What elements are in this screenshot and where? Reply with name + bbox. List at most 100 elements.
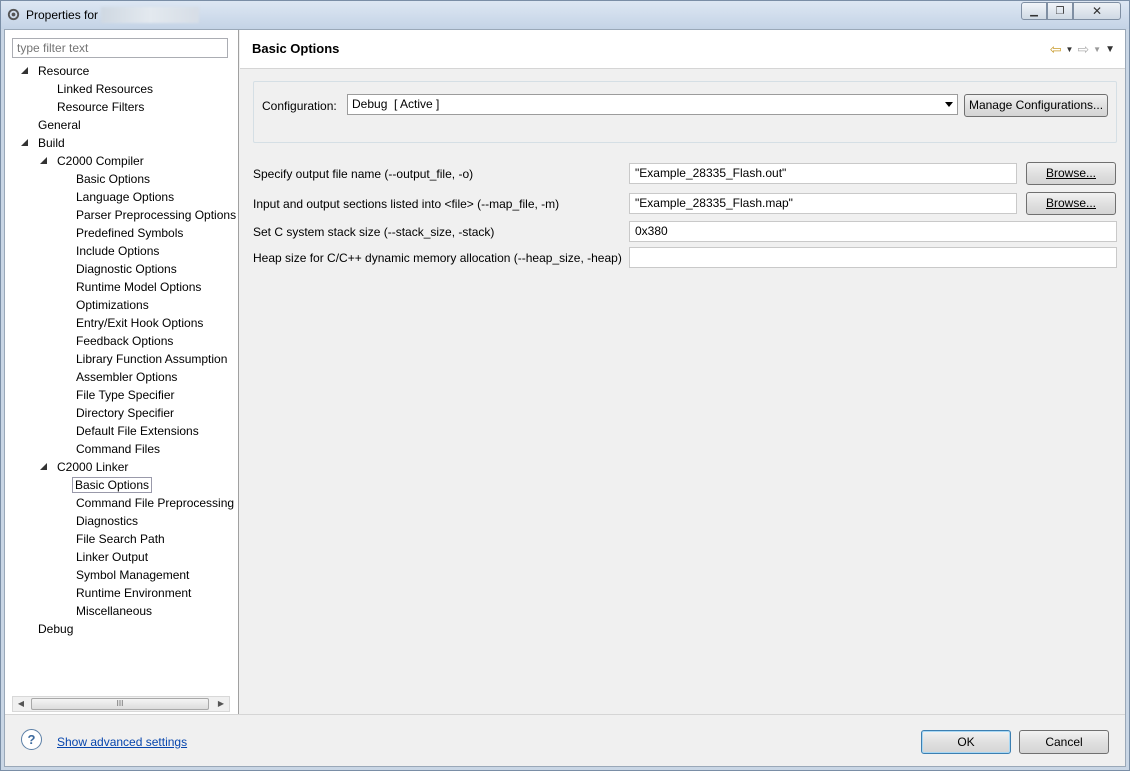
tree-item-diagnostic-options[interactable]: Diagnostic Options	[74, 260, 179, 278]
tree-item-label: Basic Options	[76, 172, 151, 186]
tree-item-label: Assembler Options	[76, 370, 178, 384]
tree-item-label: Resource Filters	[57, 100, 145, 114]
tree-item-debug[interactable]: Debug	[36, 620, 75, 638]
minimize-icon: ▁	[1030, 5, 1038, 17]
dialog-body: Resource Linked Resources Resource Filte…	[4, 29, 1126, 767]
tree-item-label: Diagnostic Options	[76, 262, 177, 276]
tree-item-label: Build	[38, 136, 65, 150]
help-icon[interactable]: ?	[21, 729, 42, 750]
heap-size-field[interactable]	[629, 247, 1117, 268]
tree-item-label: Default File Extensions	[76, 424, 199, 438]
window-title: Properties for	[26, 8, 99, 22]
output-file-label: Specify output file name (--output_file,…	[253, 167, 474, 181]
scroll-left-icon[interactable]: ◀	[13, 697, 29, 711]
show-advanced-settings-link[interactable]: Show advanced settings	[57, 735, 187, 749]
tree-item-include-options[interactable]: Include Options	[74, 242, 161, 260]
tree-item-c2000-linker[interactable]: C2000 Linker	[40, 458, 130, 476]
manage-configurations-button[interactable]: Manage Configurations...	[964, 94, 1108, 117]
tree-item-language-options[interactable]: Language Options	[74, 188, 176, 206]
expand-icon[interactable]	[40, 157, 48, 165]
tree-item-predefined-symbols[interactable]: Predefined Symbols	[74, 224, 185, 242]
close-button[interactable]: ✕	[1073, 2, 1121, 20]
tree-item-label: Symbol Management	[76, 568, 190, 582]
page-header: Basic Options ⇦ ▼ ⇨ ▼ ▼	[240, 30, 1125, 69]
stack-size-field[interactable]: 0x380	[629, 221, 1117, 242]
tree-item-label: File Search Path	[76, 532, 165, 546]
tree-item-general[interactable]: General	[36, 116, 83, 134]
tree-item-label: Predefined Symbols	[76, 226, 184, 240]
tree-item-label: Feedback Options	[76, 334, 174, 348]
tree-item-label: Command File Preprocessing	[76, 496, 235, 510]
tree-item-linker-output[interactable]: Linker Output	[74, 548, 150, 566]
tree-item-label: Library Function Assumption	[76, 352, 228, 366]
tree-item-c2000-compiler[interactable]: C2000 Compiler	[40, 152, 146, 170]
view-menu-icon[interactable]: ▼	[1105, 44, 1115, 55]
expand-icon[interactable]	[21, 139, 29, 147]
forward-arrow-icon[interactable]: ⇨	[1077, 41, 1089, 58]
tree-item-command-file-preprocessing[interactable]: Command File Preprocessing	[74, 494, 236, 512]
tree-item-compiler-basic-options[interactable]: Basic Options	[74, 170, 152, 188]
tree-item-linked-resources[interactable]: Linked Resources	[55, 80, 155, 98]
configuration-group: Configuration: Debug [ Active ] Manage C…	[253, 81, 1117, 143]
tree-item-assembler-options[interactable]: Assembler Options	[74, 368, 179, 386]
tree-item-symbol-management[interactable]: Symbol Management	[74, 566, 191, 584]
tree-item-parser-preprocessing-options[interactable]: Parser Preprocessing Options	[74, 206, 238, 224]
tree-item-library-function-assumption[interactable]: Library Function Assumption	[74, 350, 229, 368]
minimize-button[interactable]: ▁	[1021, 2, 1047, 20]
maximize-button[interactable]: ❐	[1047, 2, 1073, 20]
scrollbar-thumb[interactable]: III	[31, 698, 209, 710]
tree-item-label: Optimizations	[76, 298, 149, 312]
tree-item-label: Directory Specifier	[76, 406, 175, 420]
back-dropdown-icon[interactable]: ▼	[1066, 45, 1074, 54]
scroll-right-icon[interactable]: ▶	[213, 697, 229, 711]
tree-item-label: Linker Output	[76, 550, 149, 564]
stack-size-label: Set C system stack size (--stack_size, -…	[253, 225, 495, 239]
tree-item-label: C2000 Compiler	[57, 154, 144, 168]
properties-window: Properties for ▁ ❐ ✕ Resource Linked Res…	[0, 0, 1130, 771]
chevron-down-icon	[945, 102, 953, 107]
configuration-select[interactable]: Debug [ Active ]	[347, 94, 958, 115]
tree-item-label: C2000 Linker	[57, 460, 129, 474]
tree-item-feedback-options[interactable]: Feedback Options	[74, 332, 175, 350]
tree-item-label: Miscellaneous	[76, 604, 153, 618]
project-name-redacted	[101, 7, 199, 23]
tree-item-directory-specifier[interactable]: Directory Specifier	[74, 404, 176, 422]
configuration-label: Configuration:	[262, 99, 337, 113]
tree-item-label: Runtime Model Options	[76, 280, 202, 294]
tree-item-file-type-specifier[interactable]: File Type Specifier	[74, 386, 177, 404]
ok-button[interactable]: OK	[921, 730, 1011, 754]
configuration-value: Debug [ Active ]	[352, 97, 440, 111]
expand-icon[interactable]	[40, 463, 48, 471]
browse-map-file-button[interactable]: Browse...	[1026, 192, 1116, 215]
tree-item-runtime-model-options[interactable]: Runtime Model Options	[74, 278, 203, 296]
map-file-field[interactable]: "Example_28335_Flash.map"	[629, 193, 1017, 214]
tree-item-linker-basic-options[interactable]: Basic Options	[72, 476, 153, 494]
map-file-label: Input and output sections listed into <f…	[253, 197, 560, 211]
tree-item-entry-exit-hook-options[interactable]: Entry/Exit Hook Options	[74, 314, 205, 332]
tree-item-optimizations[interactable]: Optimizations	[74, 296, 151, 314]
tree-item-resource-filters[interactable]: Resource Filters	[55, 98, 146, 116]
tree-horizontal-scrollbar[interactable]: ◀ III ▶	[12, 696, 230, 712]
tree-item-label: Runtime Environment	[76, 586, 192, 600]
tree-item-file-search-path[interactable]: File Search Path	[74, 530, 167, 548]
dialog-button-bar: ? Show advanced settings OK Cancel	[5, 714, 1125, 766]
tree-item-label: Language Options	[76, 190, 175, 204]
output-file-field[interactable]: "Example_28335_Flash.out"	[629, 163, 1017, 184]
expand-icon[interactable]	[21, 67, 29, 75]
title-bar[interactable]: Properties for ▁ ❐ ✕	[1, 1, 1129, 29]
tree-item-default-file-extensions[interactable]: Default File Extensions	[74, 422, 201, 440]
tree-item-label: Parser Preprocessing Options	[76, 208, 237, 222]
tree-item-build[interactable]: Build	[21, 134, 67, 152]
category-tree-pane: Resource Linked Resources Resource Filte…	[5, 30, 239, 714]
tree-item-command-files[interactable]: Command Files	[74, 440, 162, 458]
tree-item-diagnostics[interactable]: Diagnostics	[74, 512, 140, 530]
tree-item-runtime-environment[interactable]: Runtime Environment	[74, 584, 193, 602]
forward-dropdown-icon[interactable]: ▼	[1093, 45, 1101, 54]
tree-item-resource[interactable]: Resource	[21, 62, 91, 80]
cancel-button[interactable]: Cancel	[1019, 730, 1109, 754]
filter-input[interactable]	[12, 38, 228, 58]
property-page: Basic Options ⇦ ▼ ⇨ ▼ ▼ Configuration: D…	[240, 30, 1125, 714]
back-arrow-icon[interactable]: ⇦	[1050, 41, 1062, 58]
tree-item-miscellaneous[interactable]: Miscellaneous	[74, 602, 154, 620]
browse-output-file-button[interactable]: Browse...	[1026, 162, 1116, 185]
